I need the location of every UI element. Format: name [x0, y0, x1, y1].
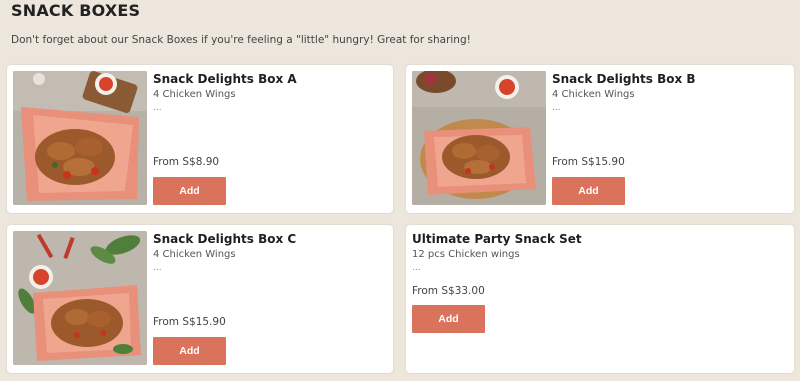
product-card[interactable]: Snack Delights Box B 4 Chicken Wings ...…	[406, 65, 794, 213]
product-price: From S$8.90	[153, 156, 220, 168]
product-subtitle: 12 pcs Chicken wings	[412, 249, 520, 260]
product-more: ...	[412, 263, 421, 273]
add-button[interactable]: Add	[552, 177, 625, 205]
product-card[interactable]: Snack Delights Box C 4 Chicken Wings ...…	[7, 225, 393, 373]
product-more: ...	[552, 103, 561, 113]
product-image[interactable]	[412, 71, 546, 205]
snack-box-c-photo-icon	[13, 231, 147, 365]
add-button[interactable]: Add	[153, 177, 226, 205]
product-more: ...	[153, 263, 162, 273]
product-card[interactable]: Ultimate Party Snack Set 12 pcs Chicken …	[406, 225, 794, 373]
product-price: From S$15.90	[552, 156, 625, 168]
product-price: From S$33.00	[412, 285, 485, 297]
product-info: Ultimate Party Snack Set 12 pcs Chicken …	[412, 231, 786, 373]
product-name: Snack Delights Box A	[153, 72, 297, 86]
product-card[interactable]: Snack Delights Box A 4 Chicken Wings ...…	[7, 65, 393, 213]
product-subtitle: 4 Chicken Wings	[153, 89, 236, 100]
section-description: Don't forget about our Snack Boxes if yo…	[11, 34, 471, 46]
snack-box-a-photo-icon	[13, 71, 147, 205]
product-grid: Snack Delights Box A 4 Chicken Wings ...…	[7, 65, 794, 375]
product-subtitle: 4 Chicken Wings	[153, 249, 236, 260]
product-name: Snack Delights Box C	[153, 232, 297, 246]
product-info: Snack Delights Box C 4 Chicken Wings ...…	[153, 231, 385, 373]
product-more: ...	[153, 103, 162, 113]
product-name: Ultimate Party Snack Set	[412, 232, 582, 246]
add-button[interactable]: Add	[412, 305, 485, 333]
product-image[interactable]	[13, 71, 147, 205]
product-price: From S$15.90	[153, 316, 226, 328]
product-image[interactable]	[13, 231, 147, 365]
product-info: Snack Delights Box B 4 Chicken Wings ...…	[552, 71, 786, 213]
add-button[interactable]: Add	[153, 337, 226, 365]
section-title: SNACK BOXES	[11, 1, 141, 20]
snack-box-b-photo-icon	[412, 71, 546, 205]
product-name: Snack Delights Box B	[552, 72, 696, 86]
product-subtitle: 4 Chicken Wings	[552, 89, 635, 100]
product-info: Snack Delights Box A 4 Chicken Wings ...…	[153, 71, 385, 213]
